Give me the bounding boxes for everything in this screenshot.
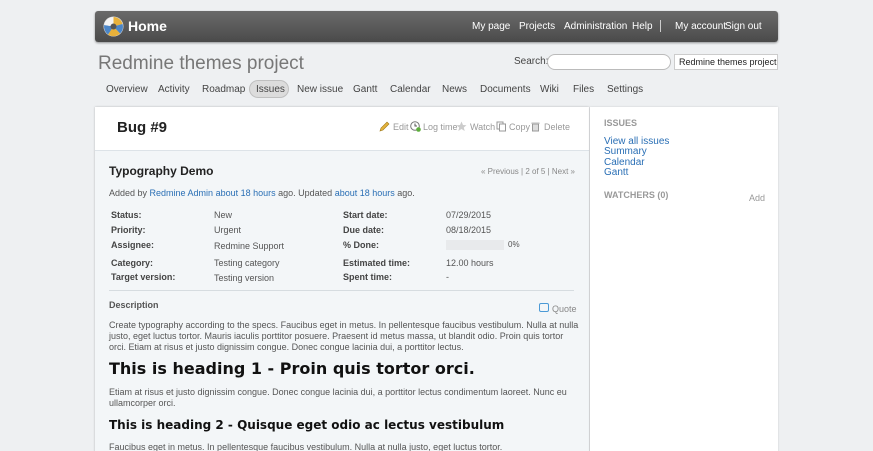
issue-author-line: Added by Redmine Admin about 18 hours ag…: [109, 188, 415, 198]
status-value: New: [214, 210, 233, 220]
copy-icon: [496, 121, 506, 132]
log-time-link[interactable]: Log time: [423, 122, 458, 132]
sidebar-watchers-heading: WATCHERS (0): [604, 190, 669, 200]
tab-calendar[interactable]: Calendar: [390, 84, 431, 95]
tab-wiki[interactable]: Wiki: [540, 84, 559, 95]
description-heading-1: This is heading 1 - Proin quis tortor or…: [109, 359, 475, 378]
done-value: 0%: [508, 240, 520, 249]
description-paragraph: Faucibus eget in metus. In pellentesque …: [109, 442, 503, 451]
assignee-link[interactable]: Redmine Support: [214, 241, 284, 251]
tab-activity[interactable]: Activity: [158, 84, 190, 95]
tab-issues[interactable]: Issues: [256, 84, 285, 95]
status-label: Status:: [111, 210, 142, 220]
target-version-link[interactable]: Testing version: [214, 273, 274, 283]
author-prefix: Added by: [109, 188, 150, 198]
top-menu-projects[interactable]: Projects: [519, 21, 555, 32]
top-menu-administration[interactable]: Administration: [564, 21, 627, 32]
star-icon: [456, 121, 467, 131]
sidebar-gantt[interactable]: Gantt: [604, 167, 628, 178]
issue-heading: Bug #9: [117, 119, 168, 136]
tab-overview[interactable]: Overview: [106, 84, 148, 95]
delete-link[interactable]: Delete: [544, 122, 570, 132]
done-label: % Done:: [343, 240, 379, 250]
top-menu-help[interactable]: Help: [632, 21, 653, 32]
start-date-value: 07/29/2015: [446, 210, 492, 220]
updated-text: ago. Updated: [275, 188, 335, 198]
target-version-label: Target version:: [111, 272, 176, 282]
ago-suffix: ago.: [394, 188, 415, 198]
description-paragraph: Etiam at risus et justo dignissim congue…: [109, 387, 567, 408]
my-account-link[interactable]: My account: [675, 21, 726, 32]
project-jump-select[interactable]: Redmine themes project: [674, 54, 778, 70]
sidebar-issues-heading: ISSUES: [604, 118, 638, 128]
tab-new-issue[interactable]: New issue: [297, 84, 343, 95]
copy-link[interactable]: Copy: [509, 122, 530, 132]
tab-settings[interactable]: Settings: [607, 84, 643, 95]
search-input[interactable]: [547, 54, 671, 70]
quote-link[interactable]: Quote: [552, 304, 577, 314]
description-heading-2: This is heading 2 - Quisque eget odio ac…: [109, 418, 505, 432]
priority-label: Priority:: [111, 225, 146, 235]
clock-add-icon: [410, 121, 421, 132]
top-menu-my-page[interactable]: My page: [472, 21, 510, 32]
spent-time-label: Spent time:: [343, 272, 393, 282]
tab-news[interactable]: News: [442, 84, 467, 95]
project-title: Redmine themes project: [98, 53, 304, 74]
issue-pagination[interactable]: « Previous | 2 of 5 | Next »: [481, 167, 575, 176]
estimated-time-value: 12.00 hours: [446, 258, 494, 268]
add-watcher-link[interactable]: Add: [749, 193, 765, 203]
home-title[interactable]: Home: [128, 18, 167, 34]
tab-gantt[interactable]: Gantt: [353, 84, 377, 95]
estimated-time-label: Estimated time:: [343, 258, 411, 268]
description-paragraph: Create typography according to the specs…: [109, 320, 579, 352]
comment-icon: [539, 303, 549, 312]
trash-icon: [531, 122, 540, 132]
watch-link[interactable]: Watch: [470, 122, 495, 132]
redmine-logo-icon[interactable]: [103, 16, 124, 37]
category-value: Testing category: [214, 258, 280, 268]
top-bar: Home My page Projects Administration Hel…: [95, 11, 778, 42]
created-ago-link[interactable]: about 18 hours: [216, 188, 276, 198]
description-label: Description: [109, 300, 159, 310]
search-label: Search:: [514, 56, 549, 67]
edit-link[interactable]: Edit: [393, 122, 409, 132]
done-progress-bar: [446, 240, 504, 250]
start-date-label: Start date:: [343, 210, 388, 220]
priority-value: Urgent: [214, 225, 242, 235]
due-date-label: Due date:: [343, 225, 385, 235]
pencil-icon: [379, 121, 390, 132]
author-link[interactable]: Redmine Admin: [150, 188, 214, 198]
spent-time-value: -: [446, 272, 449, 282]
sidebar-summary[interactable]: Summary: [604, 146, 647, 157]
sign-out-link[interactable]: Sign out: [725, 21, 762, 32]
tab-documents[interactable]: Documents: [480, 84, 531, 95]
divider: [109, 290, 574, 291]
tab-files[interactable]: Files: [573, 84, 594, 95]
due-date-value: 08/18/2015: [446, 225, 492, 235]
updated-ago-link[interactable]: about 18 hours: [335, 188, 395, 198]
top-menu-divider: [660, 20, 661, 32]
assignee-label: Assignee:: [111, 240, 155, 250]
category-label: Category:: [111, 258, 154, 268]
tab-roadmap[interactable]: Roadmap: [202, 84, 245, 95]
issue-subject: Typography Demo: [109, 164, 214, 178]
